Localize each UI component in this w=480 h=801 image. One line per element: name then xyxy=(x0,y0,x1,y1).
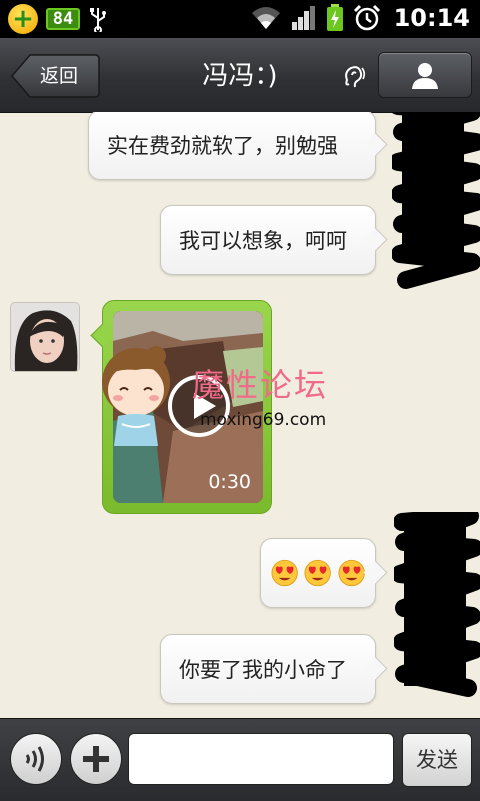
input-bar: 发送 xyxy=(0,718,480,801)
plus-icon xyxy=(83,746,109,772)
earpiece-icon[interactable] xyxy=(341,64,367,90)
message-bubble-outgoing[interactable]: 你要了我的小命了 xyxy=(160,634,376,704)
avatar-photo xyxy=(11,303,79,371)
security-app-icon: + xyxy=(8,4,38,34)
profile-button[interactable] xyxy=(378,52,472,98)
wifi-icon xyxy=(251,7,280,29)
heart-eyes-emoji xyxy=(304,559,332,587)
usb-icon xyxy=(90,8,106,32)
heart-eyes-emoji xyxy=(338,559,365,587)
send-button[interactable]: 发送 xyxy=(402,733,472,787)
battery-charging-icon xyxy=(326,4,343,31)
watermark-cartoon-icon xyxy=(102,346,170,446)
message-input[interactable] xyxy=(128,733,394,785)
alarm-icon xyxy=(353,4,380,31)
watermark-text: 魔性论坛 xyxy=(192,366,329,404)
message-text: 我可以想象，呵呵 xyxy=(179,229,347,253)
add-attachment-button[interactable] xyxy=(70,733,122,785)
status-bar: + 84 10:14 xyxy=(0,0,480,38)
signal-icon xyxy=(291,6,315,30)
profile-icon xyxy=(412,63,438,89)
message-bubble-outgoing[interactable]: 实在费劲就软了，别勉强 xyxy=(88,112,376,180)
voice-button[interactable] xyxy=(10,733,62,785)
redaction-scribble xyxy=(394,512,480,697)
watermark-url: moxing69.com xyxy=(200,410,327,430)
message-bubble-outgoing[interactable] xyxy=(260,538,376,608)
message-text: 实在费劲就软了，别勉强 xyxy=(107,134,338,158)
voice-icon xyxy=(25,746,44,772)
clock: 10:14 xyxy=(393,4,470,32)
video-duration: 0:30 xyxy=(208,471,251,493)
redaction-scribble xyxy=(392,112,480,289)
message-bubble-outgoing[interactable]: 我可以想象，呵呵 xyxy=(160,205,376,275)
heart-eyes-emoji xyxy=(271,559,298,587)
contact-avatar[interactable] xyxy=(10,302,80,372)
message-text: 你要了我的小命了 xyxy=(179,658,347,682)
battery-percentage: 84 xyxy=(46,8,80,30)
message-list[interactable]: 实在费劲就软了，别勉强 我可以想象，呵呵 0:30 魔性论坛 moxing69.… xyxy=(0,112,480,718)
chat-header: 返回 冯冯：) xyxy=(0,38,480,113)
